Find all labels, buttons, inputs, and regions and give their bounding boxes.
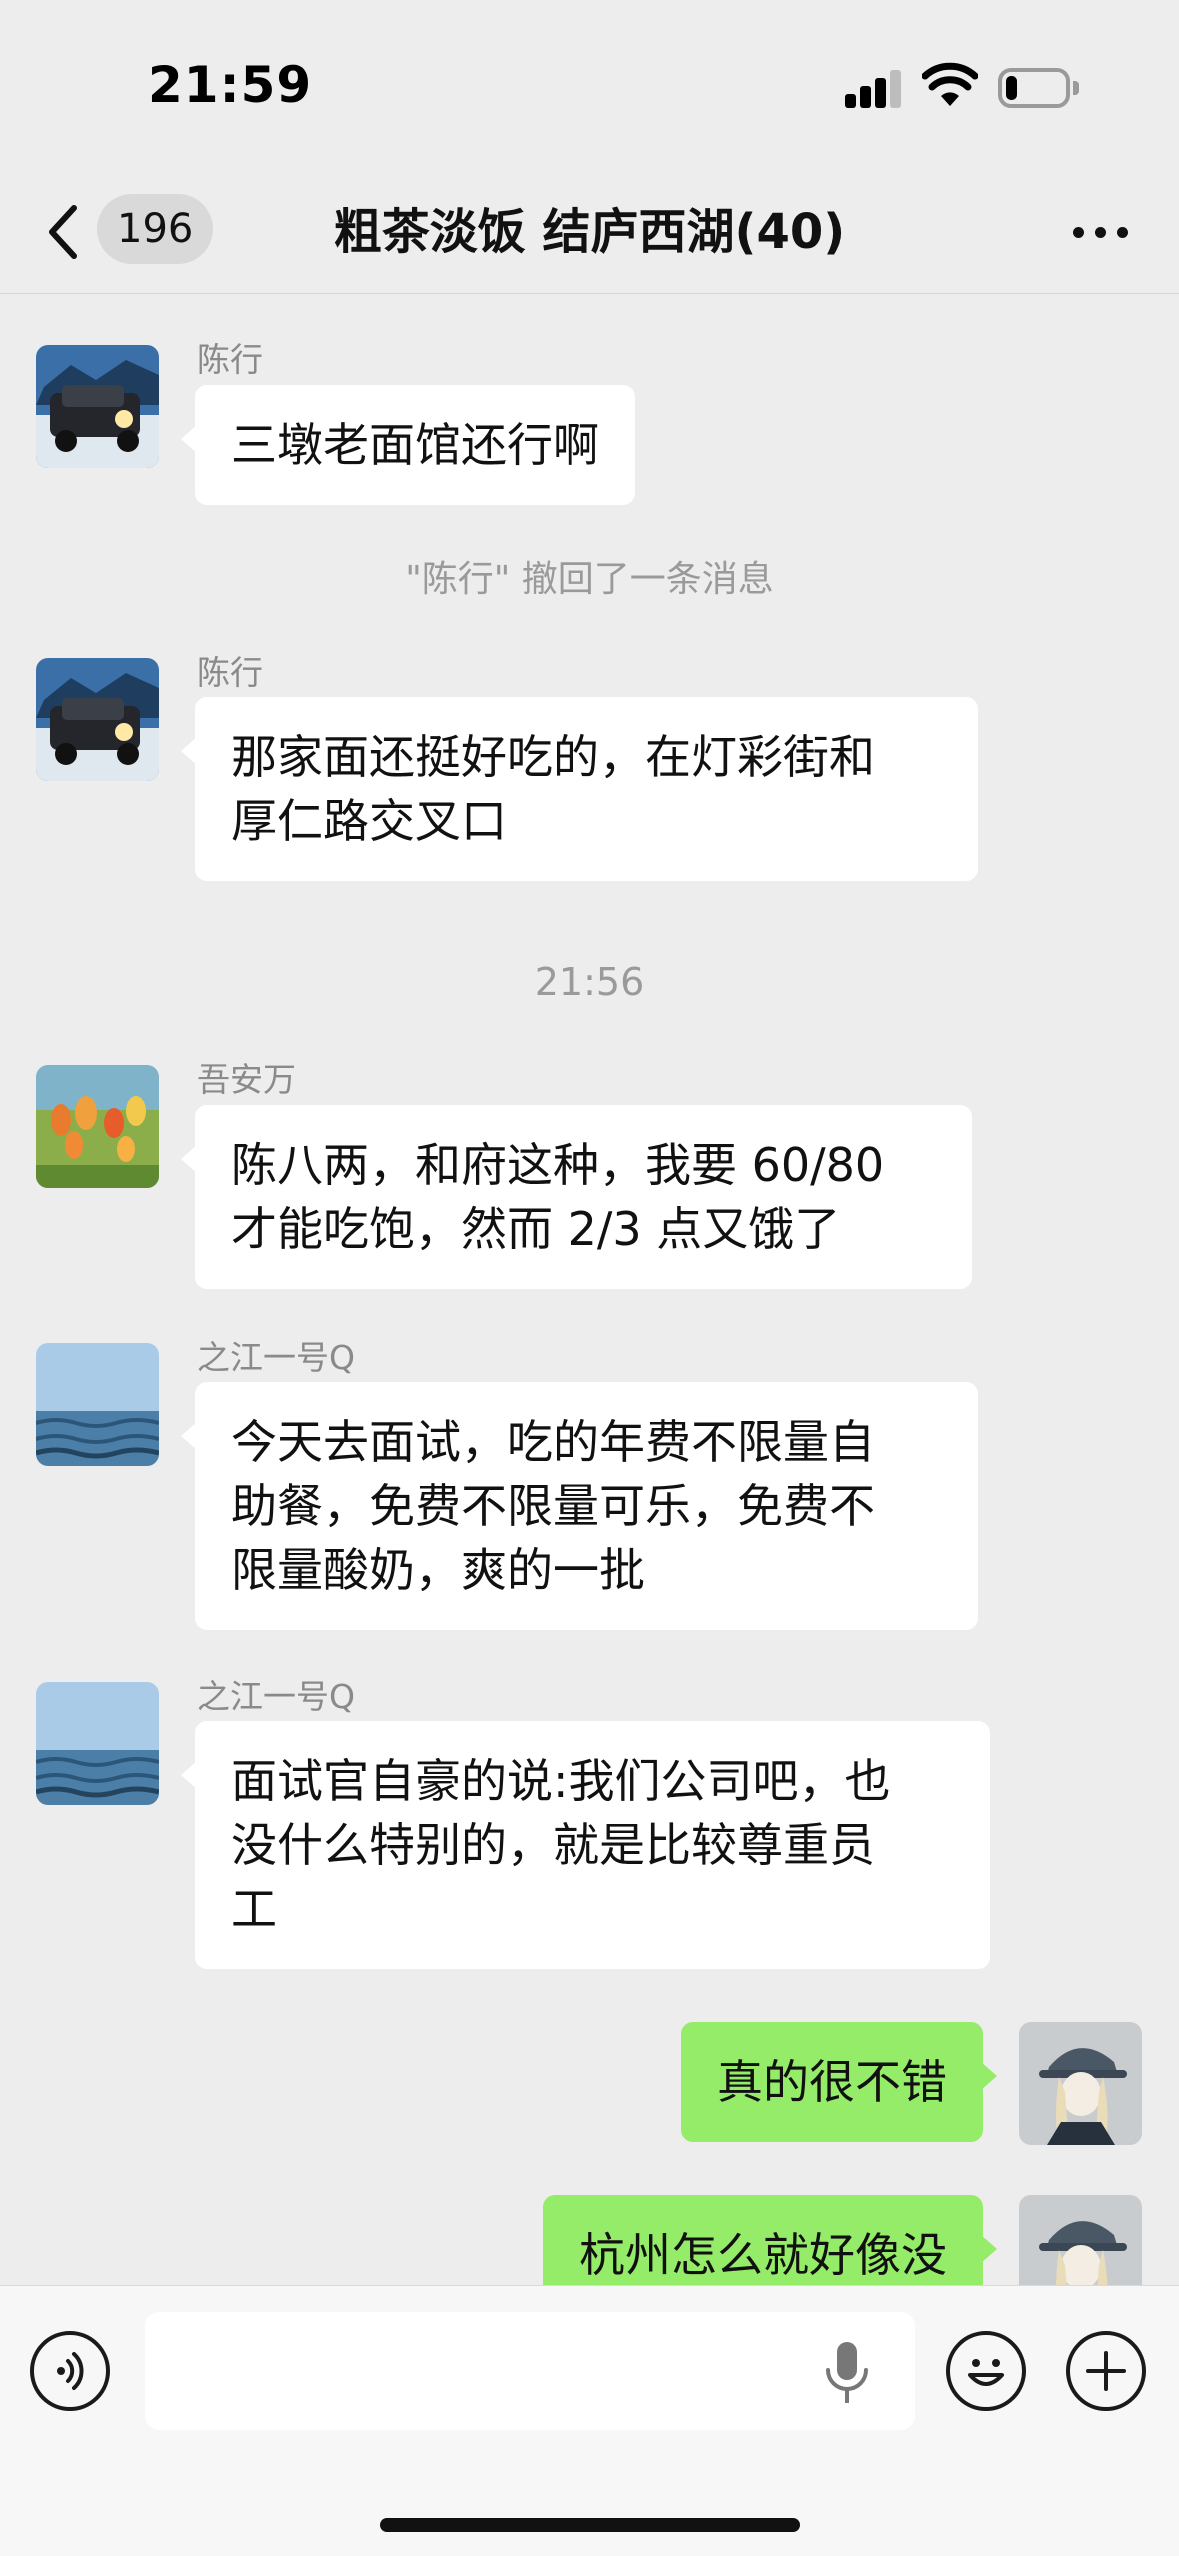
message-bubble[interactable]: 面试官自豪的说:我们公司吧，也 没什么特别的，就是比较尊重员 工 bbox=[181, 1721, 990, 1969]
message-bubble-self[interactable]: 真的很不错 bbox=[681, 2022, 997, 2142]
sender-name: 陈行 bbox=[197, 340, 263, 379]
message-line: 今天去面试，吃的年费不限量自 bbox=[231, 1415, 875, 1469]
cellular-signal-icon bbox=[845, 68, 903, 108]
avatar[interactable] bbox=[36, 1682, 159, 1805]
voice-wave-icon bbox=[57, 2352, 84, 2390]
message-text: 三墩老面馆还行啊 bbox=[231, 418, 599, 472]
message-line: 限量酸奶，爽的一批 bbox=[231, 1543, 645, 1597]
message-line: 陈八两，和府这种，我要 60/80 bbox=[231, 1138, 885, 1192]
avatar[interactable] bbox=[36, 345, 159, 468]
message-line: 助餐，免费不限量可乐，免费不 bbox=[231, 1479, 875, 1533]
wifi-icon bbox=[922, 62, 978, 106]
microphone-icon[interactable] bbox=[822, 2338, 872, 2408]
chat-title: 粗茶淡饭 结庐西湖(40) bbox=[333, 204, 846, 260]
message-line: 没什么特别的，就是比较尊重员 bbox=[231, 1818, 875, 1872]
status-bar: 21:59 bbox=[0, 0, 1179, 170]
message-input[interactable] bbox=[145, 2312, 915, 2430]
message-line: 那家面还挺好吃的，在灯彩街和 bbox=[231, 730, 875, 784]
smiley-icon bbox=[968, 2359, 1004, 2386]
emoji-button[interactable] bbox=[946, 2331, 1026, 2411]
message-list[interactable]: 陈行 三墩老面馆还行啊 "陈行" 撤回了一条消息 陈行 那家面还挺好吃的，在灯彩… bbox=[0, 295, 1179, 2285]
unread-count-badge[interactable]: 196 bbox=[97, 194, 214, 264]
recall-notice: "陈行" 撤回了一条消息 bbox=[405, 559, 774, 600]
message-text: 真的很不错 bbox=[717, 2055, 947, 2109]
message-line: 厚仁路交叉口 bbox=[231, 794, 507, 848]
avatar[interactable] bbox=[36, 658, 159, 781]
plus-icon bbox=[1086, 2351, 1126, 2391]
avatar[interactable] bbox=[36, 1343, 159, 1466]
message-line: 面试官自豪的说:我们公司吧，也 bbox=[231, 1754, 891, 1808]
back-arrow-icon[interactable] bbox=[40, 202, 90, 262]
status-time: 21:59 bbox=[148, 56, 313, 114]
message-line: 工 bbox=[231, 1882, 277, 1936]
voice-mode-button[interactable] bbox=[30, 2331, 110, 2411]
message-text: 杭州怎么就好像没 bbox=[579, 2228, 947, 2282]
avatar[interactable] bbox=[36, 1065, 159, 1188]
message-bubble-self[interactable]: 杭州怎么就好像没 bbox=[543, 2195, 997, 2285]
sender-name: 陈行 bbox=[197, 653, 263, 692]
sender-name: 之江一号Q bbox=[197, 1677, 355, 1716]
more-functions-button[interactable] bbox=[1066, 2331, 1146, 2411]
self-avatar[interactable] bbox=[1019, 2195, 1142, 2285]
message-line: 才能吃饱，然而 2/3 点又饿了 bbox=[231, 1202, 841, 1256]
input-bar bbox=[0, 2285, 1179, 2556]
message-bubble[interactable]: 今天去面试，吃的年费不限量自 助餐，免费不限量可乐，免费不 限量酸奶，爽的一批 bbox=[181, 1382, 978, 1630]
message-bubble[interactable]: 三墩老面馆还行啊 bbox=[181, 385, 635, 505]
message-bubble[interactable]: 那家面还挺好吃的，在灯彩街和 厚仁路交叉口 bbox=[181, 697, 978, 881]
chat-header: 196 粗茶淡饭 结庐西湖(40) bbox=[0, 170, 1179, 294]
sender-name: 之江一号Q bbox=[197, 1338, 355, 1377]
message-bubble[interactable]: 陈八两，和府这种，我要 60/80 才能吃饱，然而 2/3 点又饿了 bbox=[181, 1105, 972, 1289]
battery-icon bbox=[998, 68, 1080, 108]
more-options-icon[interactable] bbox=[1071, 210, 1131, 254]
battery-level bbox=[1006, 76, 1017, 100]
self-avatar[interactable] bbox=[1019, 2022, 1142, 2145]
timestamp: 21:56 bbox=[534, 960, 645, 1004]
home-indicator bbox=[380, 2518, 800, 2532]
sender-name: 吾安万 bbox=[197, 1060, 296, 1099]
